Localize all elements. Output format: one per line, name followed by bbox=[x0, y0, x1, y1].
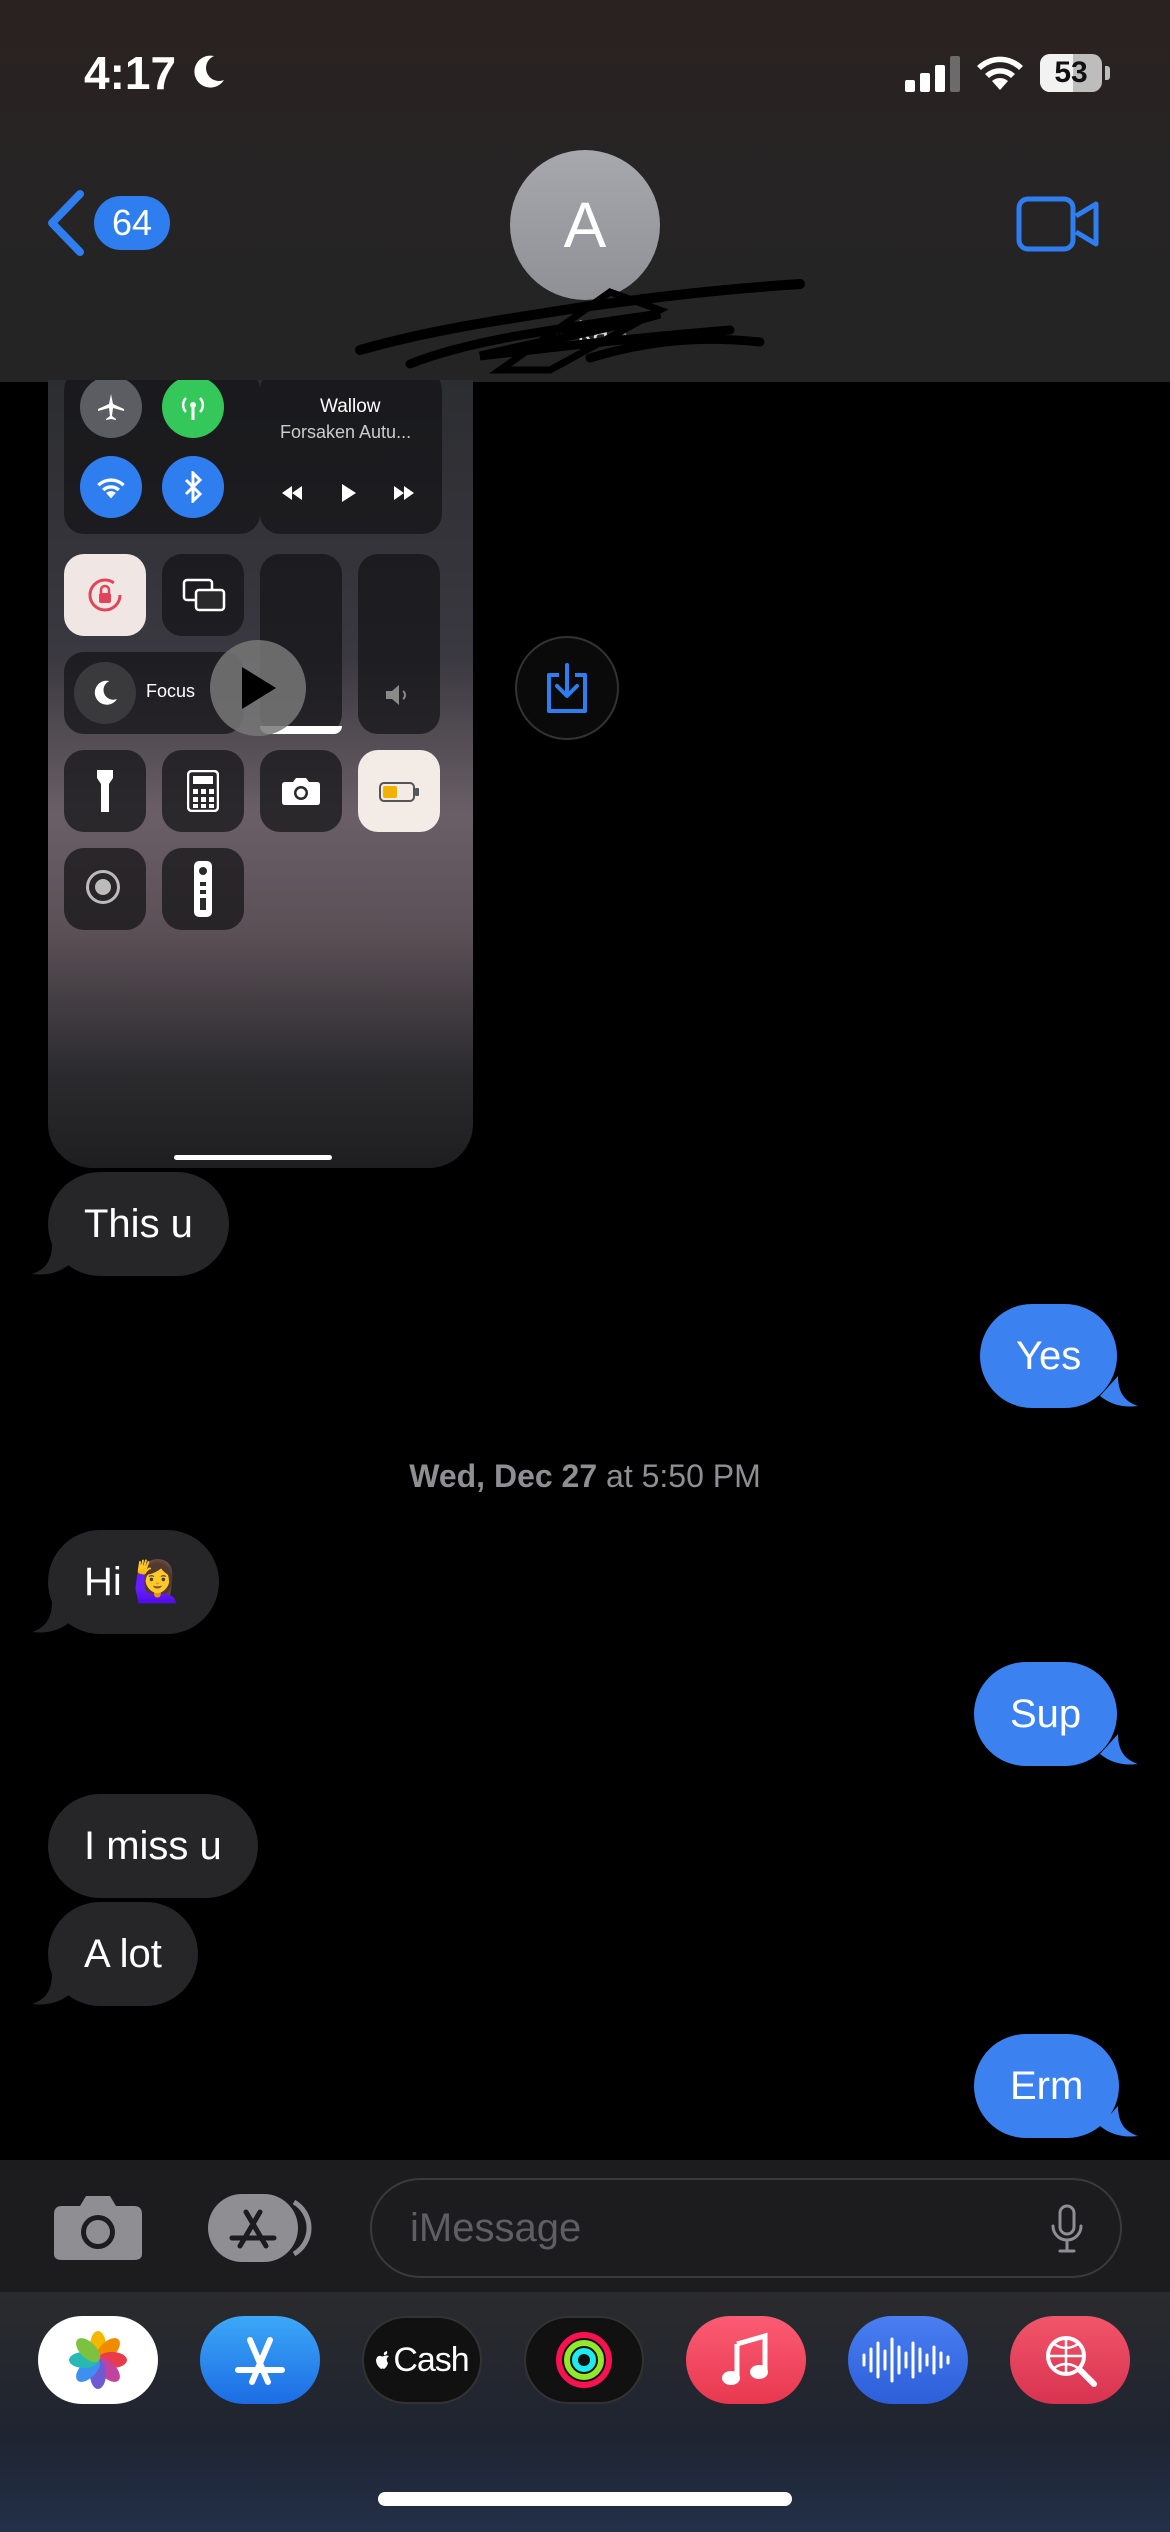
moon-icon bbox=[94, 680, 117, 705]
status-time: 4:17 bbox=[84, 47, 177, 99]
back-button[interactable]: 64 bbox=[46, 186, 176, 260]
home-indicator bbox=[174, 1155, 332, 1160]
wifi-toggle-icon bbox=[80, 456, 142, 518]
app-store-icon[interactable] bbox=[200, 2316, 320, 2404]
message-bubble-incoming[interactable]: Hi 🙋‍♀️ bbox=[48, 1530, 219, 1634]
screen-record-icon bbox=[64, 848, 146, 930]
chevron-left-icon bbox=[48, 190, 84, 256]
image-attachment[interactable]: Wallow Forsaken Autu... Focus bbox=[48, 380, 473, 1168]
cellular-signal-icon bbox=[905, 56, 960, 92]
media-controls-icon bbox=[282, 484, 414, 502]
save-attachment-button[interactable] bbox=[515, 636, 619, 740]
message-bubble-outgoing[interactable]: Yes bbox=[980, 1304, 1118, 1408]
calculator-icon bbox=[162, 750, 244, 832]
avatar-initial: A bbox=[563, 189, 607, 261]
play-video-button[interactable] bbox=[210, 640, 306, 736]
bluetooth-icon bbox=[162, 456, 224, 518]
apple-tv-remote-icon bbox=[162, 848, 244, 930]
moon-icon bbox=[194, 55, 224, 88]
camera-button-icon[interactable] bbox=[52, 2192, 144, 2262]
home-indicator bbox=[378, 2492, 792, 2506]
now-playing-artist: Forsaken Autu... bbox=[280, 422, 412, 442]
app-store-apps-button-icon[interactable] bbox=[208, 2194, 318, 2262]
music-app-icon[interactable] bbox=[686, 2316, 806, 2404]
focus-label: Focus bbox=[146, 681, 196, 701]
flashlight-icon bbox=[64, 750, 146, 832]
message-composer: iMessage bbox=[0, 2160, 1170, 2292]
apple-cash-label: Cash bbox=[393, 2340, 469, 2379]
battery-indicator: 53 bbox=[1040, 54, 1110, 92]
unread-count-badge: 64 bbox=[94, 196, 170, 250]
imessage-input[interactable]: iMessage bbox=[370, 2178, 1122, 2278]
low-power-mode-icon bbox=[358, 750, 440, 832]
imessage-placeholder: iMessage bbox=[410, 2206, 582, 2250]
camera-icon bbox=[260, 750, 342, 832]
facetime-video-icon[interactable] bbox=[1016, 196, 1100, 252]
message-bubble-outgoing[interactable]: Sup bbox=[974, 1662, 1118, 1766]
message-bubble-incoming[interactable]: This u bbox=[48, 1172, 229, 1276]
download-icon bbox=[547, 663, 587, 713]
conversation-timestamp: Wed, Dec 27 at 5:50 PM bbox=[409, 1458, 761, 1494]
activity-app-icon[interactable] bbox=[524, 2316, 644, 2404]
photos-app-icon[interactable] bbox=[38, 2316, 158, 2404]
web-image-search-icon[interactable] bbox=[1010, 2316, 1130, 2404]
microphone-icon[interactable] bbox=[1050, 2204, 1084, 2254]
message-bubble-incoming[interactable]: I miss u bbox=[48, 1794, 258, 1898]
screen-mirroring-icon bbox=[162, 554, 244, 636]
wifi-icon bbox=[977, 56, 1023, 90]
navigation-header: 4:17 53 64 A ar ka › bbox=[0, 0, 1170, 382]
volume-slider bbox=[358, 554, 440, 734]
play-icon bbox=[242, 667, 276, 709]
redaction-scribble bbox=[355, 279, 805, 374]
apple-logo-icon bbox=[376, 2351, 390, 2369]
audio-message-icon[interactable] bbox=[848, 2316, 968, 2404]
rotation-lock-icon bbox=[64, 554, 146, 636]
apple-cash-icon[interactable]: Cash bbox=[362, 2316, 482, 2404]
now-playing-title: Wallow bbox=[320, 396, 381, 417]
